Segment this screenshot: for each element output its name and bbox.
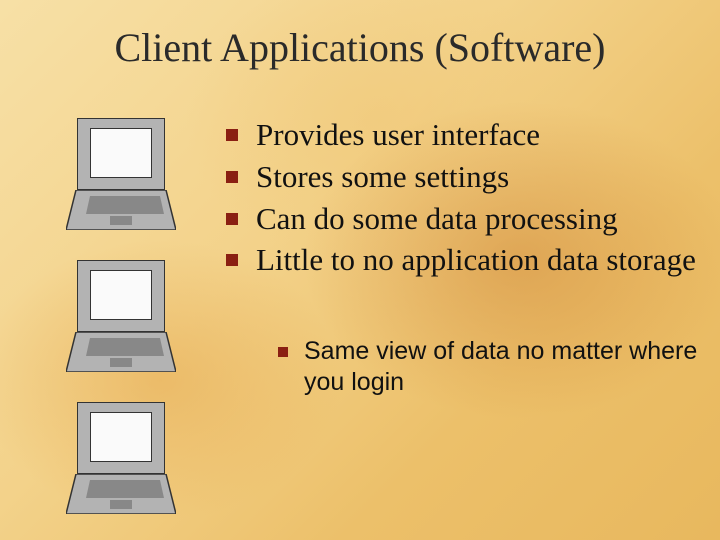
list-item: Can do some data processing	[226, 200, 696, 238]
bullet-text: Can do some data processing	[256, 200, 618, 238]
main-bullet-list: Provides user interface Stores some sett…	[226, 116, 696, 283]
laptop-icon	[66, 402, 176, 520]
square-bullet-icon	[226, 254, 238, 266]
list-item: Same view of data no matter where you lo…	[278, 336, 698, 397]
laptop-icon	[66, 118, 176, 236]
laptop-column	[66, 118, 186, 540]
square-bullet-icon	[226, 213, 238, 225]
laptop-icon	[66, 260, 176, 378]
list-item: Provides user interface	[226, 116, 696, 154]
square-bullet-icon	[278, 347, 288, 357]
square-bullet-icon	[226, 171, 238, 183]
list-item: Stores some settings	[226, 158, 696, 196]
sub-bullet-list: Same view of data no matter where you lo…	[278, 336, 698, 397]
bullet-text: Provides user interface	[256, 116, 540, 154]
bullet-text: Little to no application data storage	[256, 241, 696, 279]
slide: Client Applications (Software) Provides …	[0, 0, 720, 540]
bullet-text: Stores some settings	[256, 158, 509, 196]
square-bullet-icon	[226, 129, 238, 141]
list-item: Little to no application data storage	[226, 241, 696, 279]
slide-title: Client Applications (Software)	[0, 24, 720, 71]
bullet-text: Same view of data no matter where you lo…	[304, 336, 698, 397]
